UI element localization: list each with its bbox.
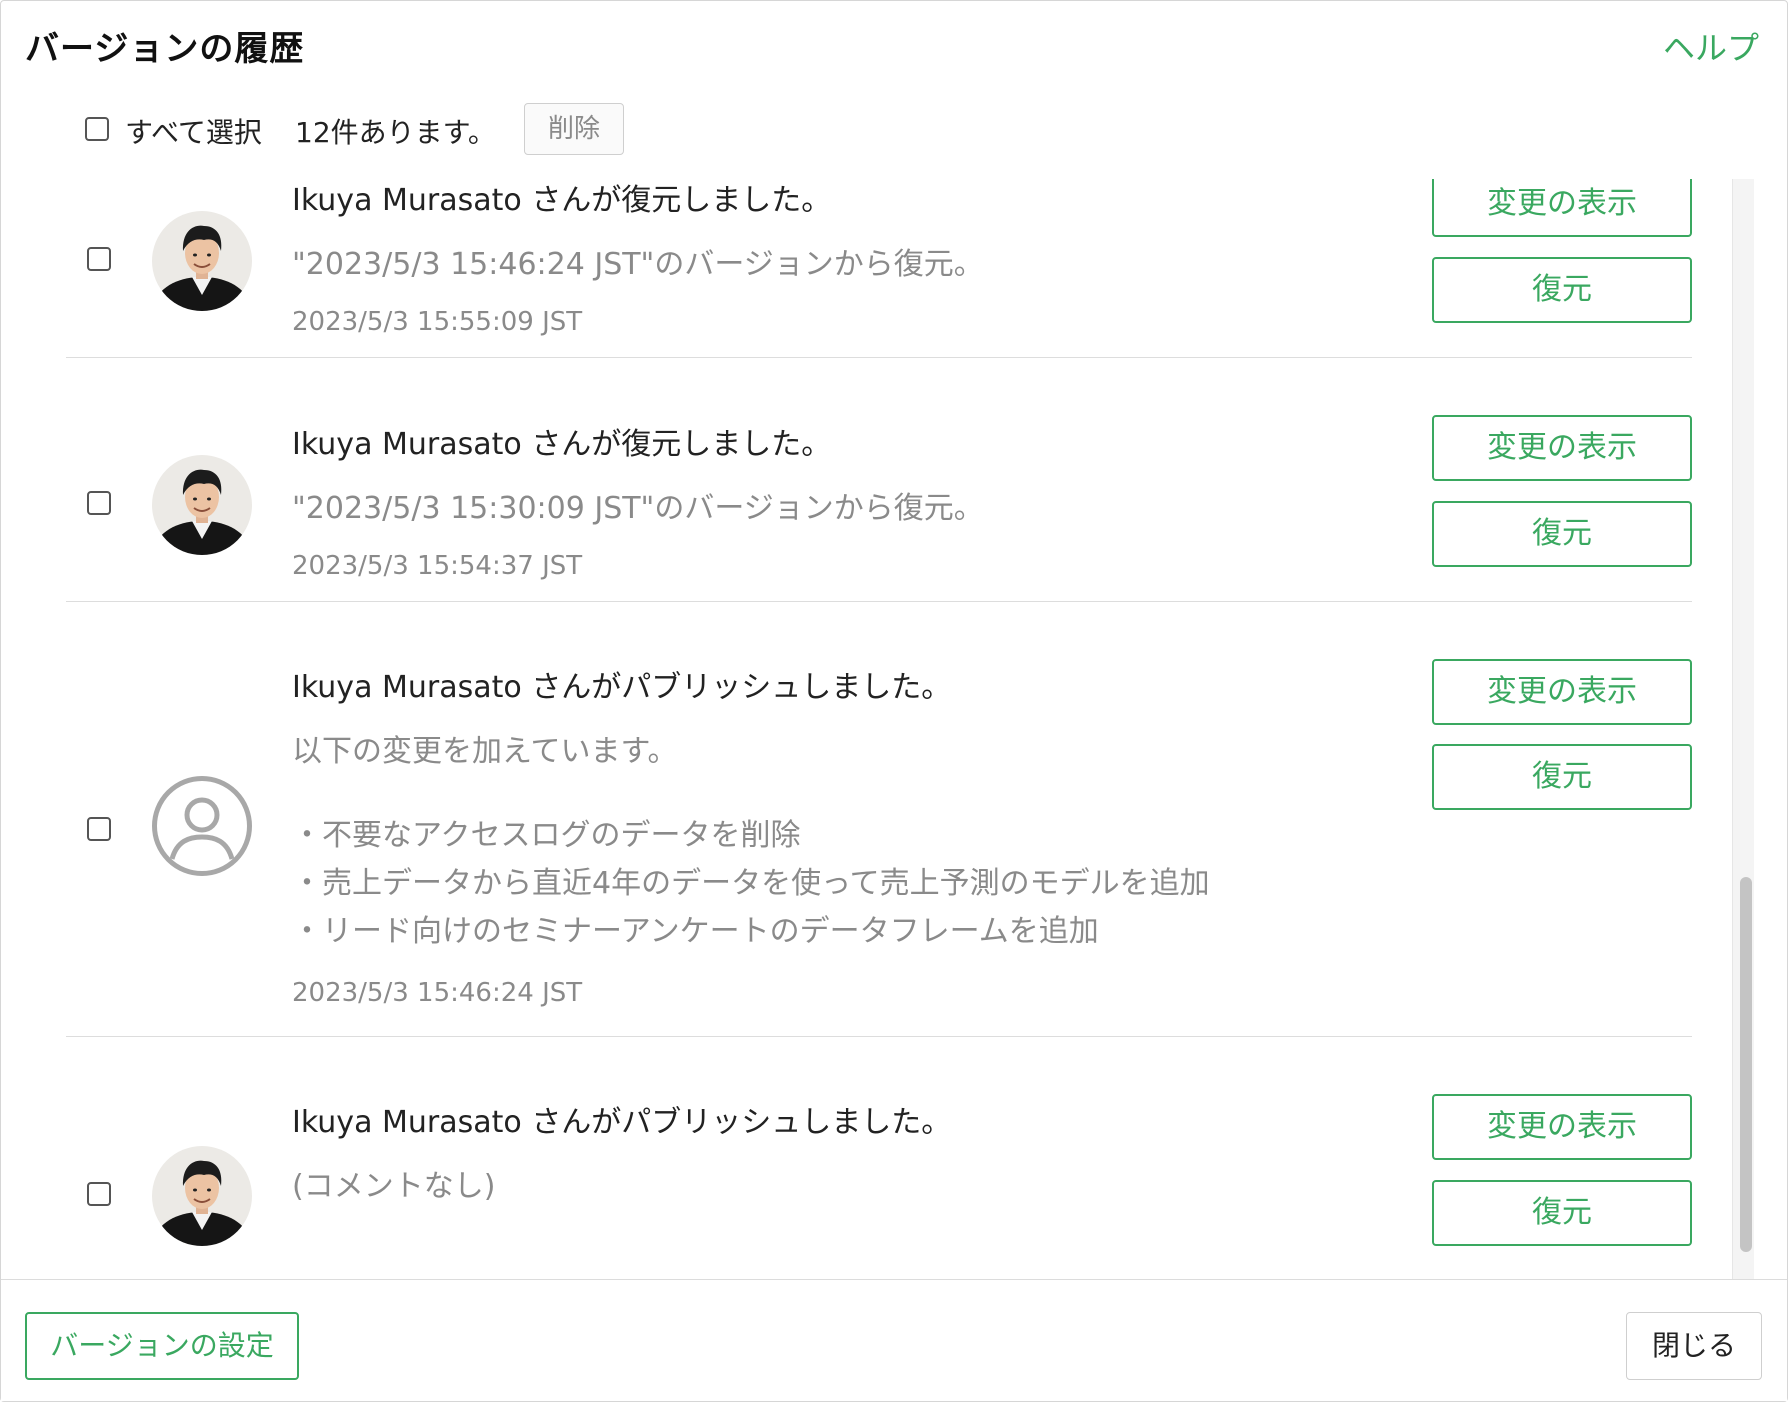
restore-button[interactable]: 復元 xyxy=(1432,744,1692,810)
entry-title: Ikuya Murasato さんが復元しました。 xyxy=(292,427,832,462)
delete-button[interactable]: 削除 xyxy=(524,103,624,155)
entry-title: Ikuya Murasato さんがパブリッシュしました。 xyxy=(292,670,952,705)
dialog-header: バージョンの履歴 ヘルプ xyxy=(25,15,1759,75)
default-user-icon xyxy=(169,797,235,860)
entry-checkbox[interactable] xyxy=(87,817,111,841)
dialog-title: バージョンの履歴 xyxy=(25,29,305,69)
scrollbar-thumb[interactable] xyxy=(1740,877,1752,1252)
change-bullet: ・売上データから直近4年のデータを使って売上予測のモデルを追加 xyxy=(292,866,1210,901)
entry-checkbox[interactable] xyxy=(87,1182,111,1206)
entry-message: (コメントなし) xyxy=(292,1169,496,1204)
change-bullet: ・リード向けのセミナーアンケートのデータフレームを追加 xyxy=(292,914,1099,949)
version-entry: Ikuya Murasato さんがパブリッシュしました。 (コメントなし) 変… xyxy=(66,1037,1692,1279)
entry-timestamp: 2023/5/3 15:55:09 JST xyxy=(292,307,583,337)
show-changes-button[interactable]: 変更の表示 xyxy=(1432,1094,1692,1160)
entry-message: "2023/5/3 15:46:24 JST"のバージョンから復元。 xyxy=(292,247,984,282)
change-bullet: ・不要なアクセスログのデータを削除 xyxy=(292,818,801,853)
user-avatar xyxy=(152,211,252,311)
entry-checkbox[interactable] xyxy=(87,491,111,515)
version-entry: Ikuya Murasato さんがパブリッシュしました。 以下の変更を加えてい… xyxy=(66,602,1692,1037)
select-all-checkbox[interactable] xyxy=(85,117,109,141)
entry-message: 以下の変更を加えています。 xyxy=(292,734,678,769)
show-changes-button[interactable]: 変更の表示 xyxy=(1432,415,1692,481)
user-avatar xyxy=(152,1146,252,1246)
entry-message: "2023/5/3 15:30:09 JST"のバージョンから復元。 xyxy=(292,491,984,526)
version-list[interactable]: Ikuya Murasato さんが復元しました。 "2023/5/3 15:4… xyxy=(1,179,1788,1279)
restore-button[interactable]: 復元 xyxy=(1432,257,1692,323)
entry-title: Ikuya Murasato さんがパブリッシュしました。 xyxy=(292,1105,952,1140)
user-photo-icon xyxy=(152,1146,252,1246)
version-entry: Ikuya Murasato さんが復元しました。 "2023/5/3 15:4… xyxy=(66,179,1692,358)
item-count-label: 12件あります。 xyxy=(295,116,496,149)
version-settings-button[interactable]: バージョンの設定 xyxy=(25,1312,299,1380)
help-link[interactable]: ヘルプ xyxy=(1663,23,1759,69)
dialog-footer: バージョンの設定 閉じる xyxy=(1,1279,1787,1401)
selection-toolbar: すべて選択 12件あります。 削除 xyxy=(85,103,785,155)
entry-checkbox[interactable] xyxy=(87,247,111,271)
close-button[interactable]: 閉じる xyxy=(1626,1312,1762,1380)
entry-timestamp: 2023/5/3 15:46:24 JST xyxy=(292,978,583,1008)
restore-button[interactable]: 復元 xyxy=(1432,1180,1692,1246)
default-avatar xyxy=(152,776,252,876)
user-avatar xyxy=(152,455,252,555)
select-all-label: すべて選択 xyxy=(125,116,262,149)
version-entry: Ikuya Murasato さんが復元しました。 "2023/5/3 15:3… xyxy=(66,358,1692,602)
show-changes-button[interactable]: 変更の表示 xyxy=(1432,659,1692,725)
restore-button[interactable]: 復元 xyxy=(1432,501,1692,567)
show-changes-button[interactable]: 変更の表示 xyxy=(1432,179,1692,237)
user-photo-icon xyxy=(152,455,252,555)
user-photo-icon xyxy=(152,211,252,311)
version-history-dialog: バージョンの履歴 ヘルプ すべて選択 12件あります。 削除 Ikuya Mur… xyxy=(0,0,1788,1402)
entry-title: Ikuya Murasato さんが復元しました。 xyxy=(292,183,832,218)
entry-timestamp: 2023/5/3 15:54:37 JST xyxy=(292,551,583,581)
